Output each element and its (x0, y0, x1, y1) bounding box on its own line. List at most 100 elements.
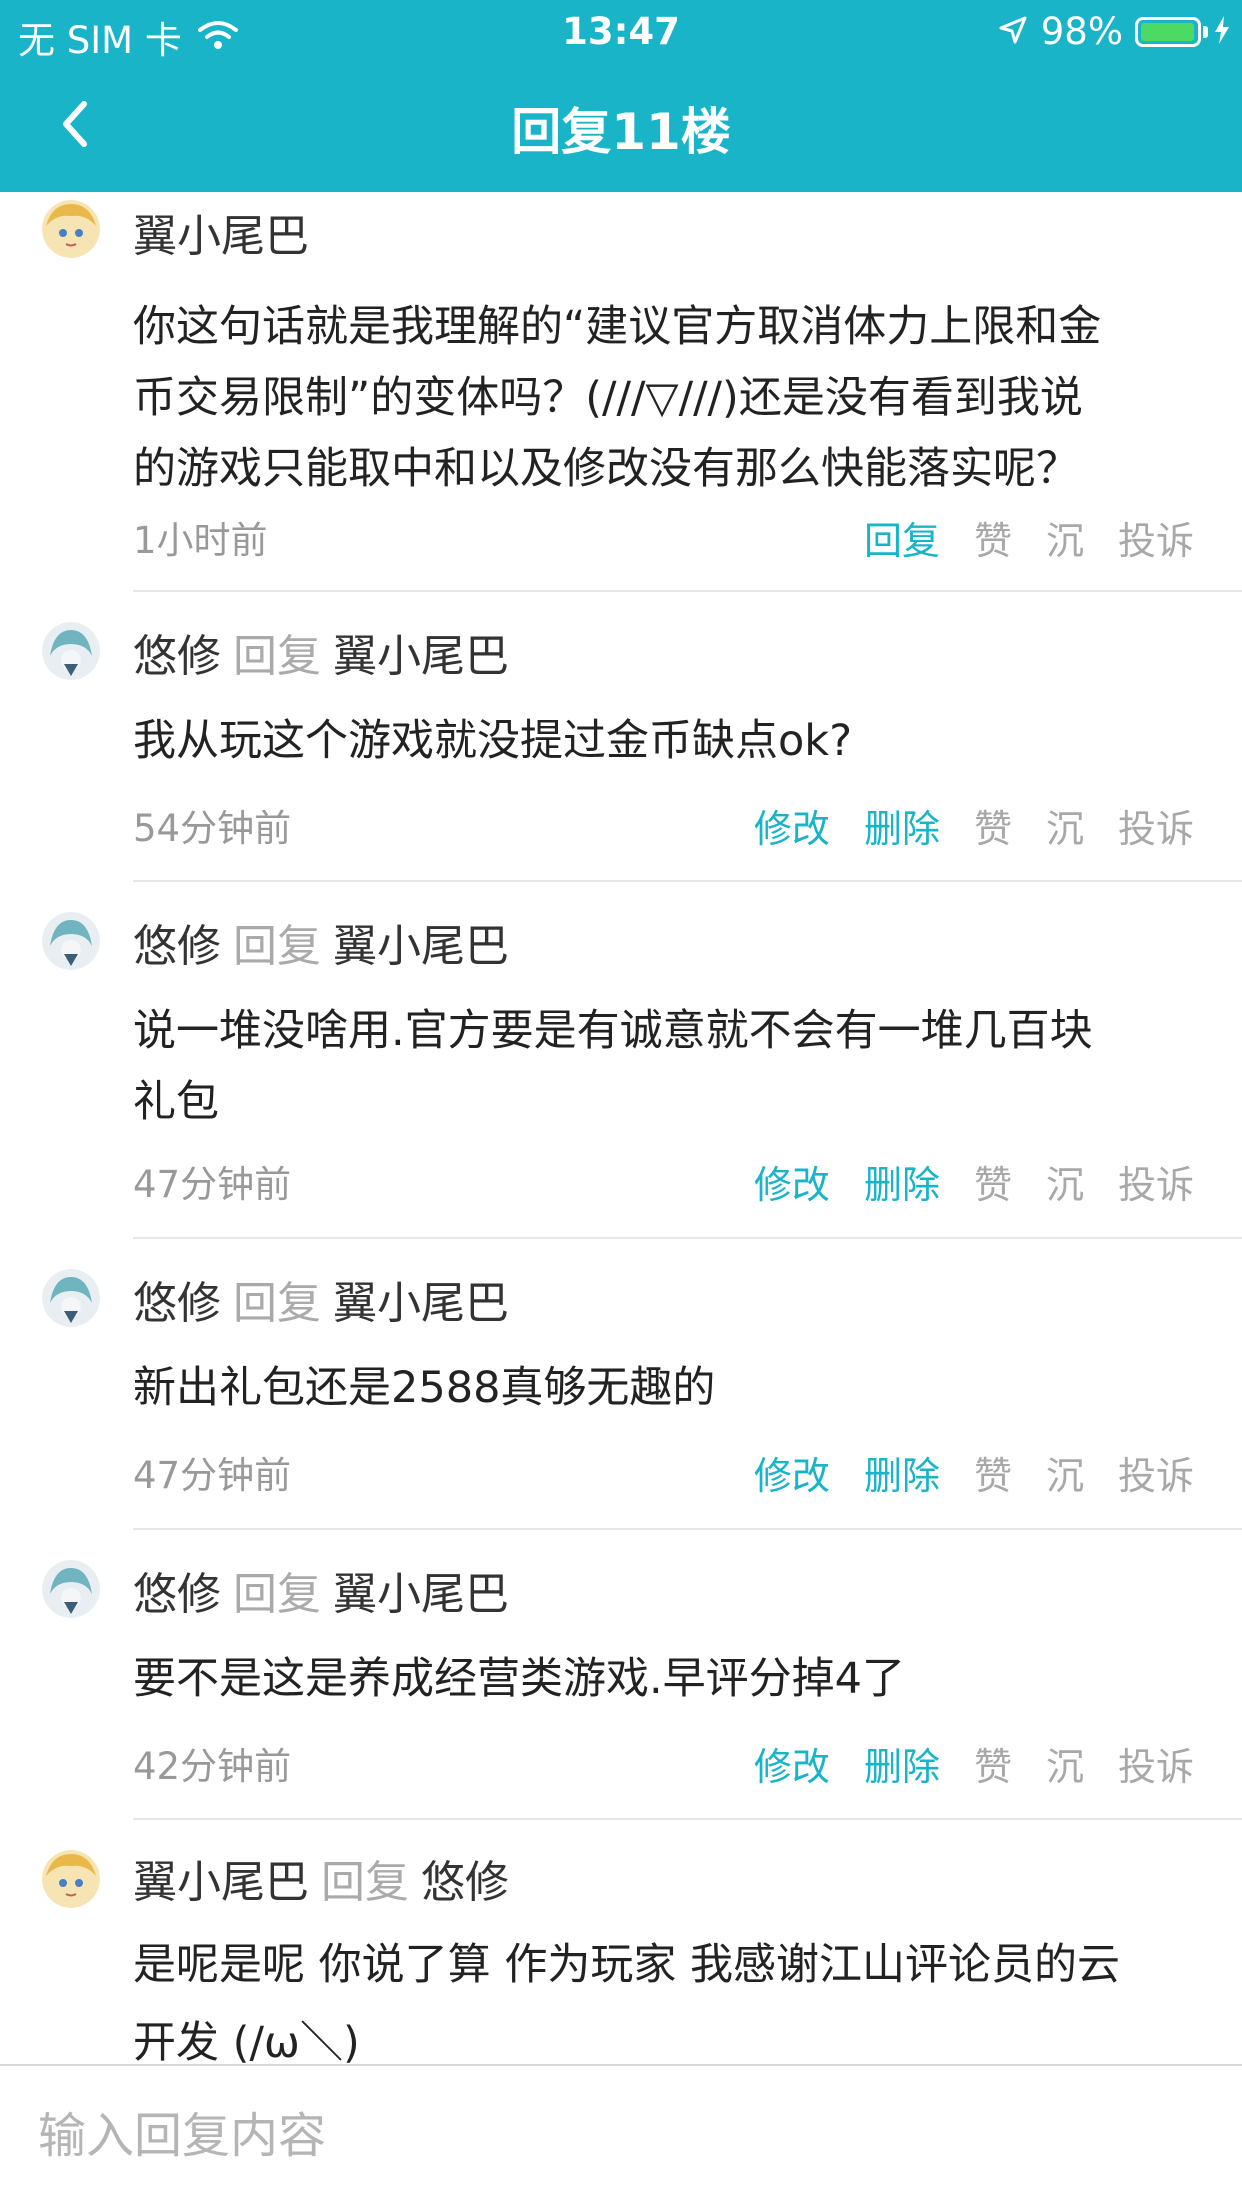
comment-header: 悠修 回复 翼小尾巴 (133, 910, 509, 974)
report-button[interactable]: 投诉 (1118, 1445, 1194, 1500)
delete-button[interactable]: 删除 (864, 1154, 940, 1209)
like-button[interactable]: 赞 (974, 798, 1012, 853)
delete-button[interactable]: 删除 (864, 798, 940, 853)
comment-item: 翼小尾巴 回复 悠修 是呢是呢 你说了算 作为玩家 我感谢江山评论员的云 开发 (/… (0, 1820, 1242, 2064)
comment-line: 你这句话就是我理解的“建议官方取消体力上限和金 (133, 302, 1102, 352)
comment-line: 开发 (/ω＼) (133, 2018, 360, 2064)
comment-header: 翼小尾巴 (133, 200, 309, 264)
avatar[interactable] (42, 200, 100, 258)
reply-target-name[interactable]: 翼小尾巴 (333, 1569, 509, 1620)
action-row: 修改 删除 赞 沉 投诉 (720, 1154, 1194, 1209)
like-button[interactable]: 赞 (974, 1445, 1012, 1500)
action-row: 回复 赞 沉 投诉 (830, 510, 1194, 565)
comment-meta: 47分钟前 修改 删除 赞 沉 投诉 (133, 1154, 1194, 1207)
status-right: 98% (999, 10, 1230, 53)
report-button[interactable]: 投诉 (1118, 510, 1194, 565)
nav-bar: 回复11楼 (0, 62, 1242, 192)
edit-button[interactable]: 修改 (754, 1154, 830, 1209)
sink-button[interactable]: 沉 (1046, 798, 1084, 853)
status-bar: 无 SIM 卡 13:47 98% (0, 0, 1242, 62)
timestamp: 47分钟前 (133, 1163, 292, 1206)
sink-button[interactable]: 沉 (1046, 1445, 1084, 1500)
reply-button[interactable]: 回复 (864, 510, 940, 565)
comment-text: 是呢是呢 你说了算 作为玩家 我感谢江山评论员的云 开发 (/ω＼) (133, 1926, 1193, 2064)
report-button[interactable]: 投诉 (1118, 1154, 1194, 1209)
avatar[interactable] (42, 1560, 100, 1618)
reply-target-name[interactable]: 悠修 (421, 1857, 509, 1908)
reply-label: 回复 (233, 921, 321, 972)
avatar[interactable] (42, 1850, 100, 1908)
comment-line: 我从玩这个游戏就没提过金币缺点ok? (133, 716, 853, 766)
author-name[interactable]: 悠修 (133, 921, 221, 972)
battery-fill (1141, 22, 1194, 41)
location-arrow-icon (999, 10, 1027, 53)
reply-label: 回复 (321, 1857, 409, 1908)
delete-button[interactable]: 删除 (864, 1736, 940, 1791)
edit-button[interactable]: 修改 (754, 1445, 830, 1500)
comment-text: 说一堆没啥用.官方要是有诚意就不会有一堆几百块 礼包 (133, 996, 1193, 1138)
charging-icon (1214, 10, 1230, 53)
comment-meta: 1小时前 回复 赞 沉 投诉 (133, 510, 1194, 563)
action-row: 修改 删除 赞 沉 投诉 (720, 798, 1194, 853)
reply-target-name[interactable]: 翼小尾巴 (333, 921, 509, 972)
report-button[interactable]: 投诉 (1118, 798, 1194, 853)
edit-button[interactable]: 修改 (754, 798, 830, 853)
divider (133, 590, 1242, 592)
divider (133, 1237, 1242, 1239)
author-name[interactable]: 悠修 (133, 1278, 221, 1329)
edit-button[interactable]: 修改 (754, 1736, 830, 1791)
reply-label: 回复 (233, 1278, 321, 1329)
battery-tip (1203, 25, 1208, 38)
comment-meta: 47分钟前 修改 删除 赞 沉 投诉 (133, 1445, 1194, 1498)
battery-percent: 98% (1040, 10, 1123, 53)
reply-input[interactable] (38, 2096, 1198, 2176)
reply-label: 回复 (233, 631, 321, 682)
comment-text: 你这句话就是我理解的“建议官方取消体力上限和金 币交易限制”的变体吗？(///▽… (133, 292, 1193, 505)
report-button[interactable]: 投诉 (1118, 1736, 1194, 1791)
comment-header: 悠修 回复 翼小尾巴 (133, 1558, 509, 1622)
timestamp: 42分钟前 (133, 1745, 292, 1788)
reply-input-bar (0, 2064, 1242, 2208)
reply-target-name[interactable]: 翼小尾巴 (333, 1278, 509, 1329)
like-button[interactable]: 赞 (974, 1736, 1012, 1791)
avatar[interactable] (42, 622, 100, 680)
comment-line: 要不是这是养成经营类游戏.早评分掉4了 (133, 1654, 906, 1704)
comment-header: 悠修 回复 翼小尾巴 (133, 1267, 509, 1331)
comment-text: 新出礼包还是2588真够无趣的 (133, 1353, 1193, 1424)
sink-button[interactable]: 沉 (1046, 1736, 1084, 1791)
comment-line: 是呢是呢 你说了算 作为玩家 我感谢江山评论员的云 (133, 1940, 1121, 1990)
author-name[interactable]: 悠修 (133, 1569, 221, 1620)
comment-meta: 42分钟前 修改 删除 赞 沉 投诉 (133, 1736, 1194, 1789)
delete-button[interactable]: 删除 (864, 1445, 940, 1500)
like-button[interactable]: 赞 (974, 510, 1012, 565)
sink-button[interactable]: 沉 (1046, 1154, 1084, 1209)
reply-target-name[interactable]: 翼小尾巴 (333, 631, 509, 682)
timestamp: 47分钟前 (133, 1454, 292, 1497)
comment-line: 说一堆没啥用.官方要是有诚意就不会有一堆几百块 (133, 1006, 1093, 1056)
timestamp: 54分钟前 (133, 807, 292, 850)
timestamp: 1小时前 (133, 519, 268, 562)
comment-line: 新出礼包还是2588真够无趣的 (133, 1363, 716, 1413)
action-row: 修改 删除 赞 沉 投诉 (720, 1445, 1194, 1500)
comment-line: 的游戏只能取中和以及修改没有那么快能落实呢？ (133, 444, 1079, 494)
comment-text: 要不是这是养成经营类游戏.早评分掉4了 (133, 1644, 1193, 1715)
page-title: 回复11楼 (511, 103, 731, 161)
avatar[interactable] (42, 912, 100, 970)
comment-line: 币交易限制”的变体吗？(///▽///)还是没有看到我说 (133, 373, 1083, 423)
like-button[interactable]: 赞 (974, 1154, 1012, 1209)
sink-button[interactable]: 沉 (1046, 510, 1084, 565)
comment-header: 悠修 回复 翼小尾巴 (133, 620, 509, 684)
comment-line: 礼包 (133, 1077, 219, 1127)
author-name[interactable]: 悠修 (133, 631, 221, 682)
author-name[interactable]: 翼小尾巴 (133, 1857, 309, 1908)
avatar[interactable] (42, 1269, 100, 1327)
divider (133, 1528, 1242, 1530)
comment-meta: 54分钟前 修改 删除 赞 沉 投诉 (133, 798, 1194, 851)
divider (133, 880, 1242, 882)
reply-label: 回复 (233, 1569, 321, 1620)
comment-text: 我从玩这个游戏就没提过金币缺点ok? (133, 706, 1193, 777)
comment-header: 翼小尾巴 回复 悠修 (133, 1846, 509, 1910)
author-name[interactable]: 翼小尾巴 (133, 211, 309, 262)
action-row: 修改 删除 赞 沉 投诉 (720, 1736, 1194, 1791)
battery-icon (1135, 16, 1201, 47)
